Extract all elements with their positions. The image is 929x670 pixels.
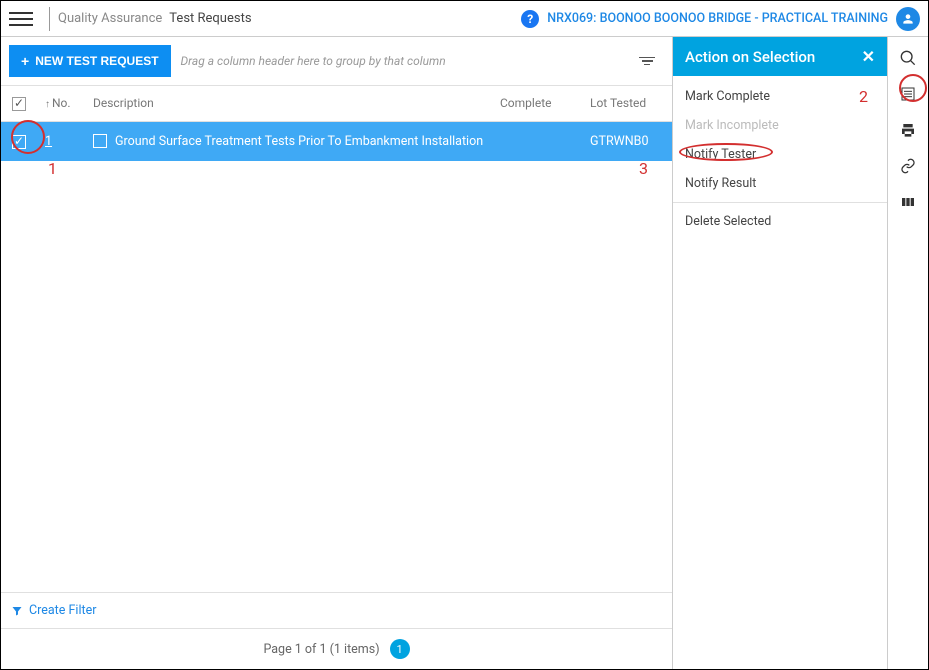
link-icon[interactable]: [899, 157, 917, 175]
action-mark-incomplete: Mark Incomplete: [673, 111, 887, 140]
avatar[interactable]: [896, 7, 920, 31]
search-icon[interactable]: [899, 49, 917, 67]
breadcrumb: Quality Assurance Test Requests: [58, 11, 252, 26]
sort-asc-icon: ↑: [45, 99, 50, 110]
action-panel: Action on Selection ✕ Mark Complete Mark…: [673, 37, 888, 669]
pager-text: Page 1 of 1 (1 items): [263, 642, 379, 657]
table-row[interactable]: 1 Ground Surface Treatment Tests Prior T…: [1, 121, 672, 161]
column-description[interactable]: Description: [85, 86, 492, 122]
row-description: Ground Surface Treatment Tests Prior To …: [115, 134, 483, 149]
row-number[interactable]: 1: [45, 134, 52, 149]
new-button-label: NEW TEST REQUEST: [35, 54, 158, 68]
row-complete: [492, 121, 582, 161]
pager: Page 1 of 1 (1 items) 1: [1, 628, 672, 669]
menu-icon[interactable]: [9, 7, 33, 31]
column-no[interactable]: ↑No.: [37, 86, 85, 122]
column-complete[interactable]: Complete: [492, 86, 582, 122]
action-notify-result[interactable]: Notify Result: [673, 169, 887, 198]
test-requests-table: ↑No. Description Complete Lot Tested 1 G…: [1, 85, 672, 161]
divider: [49, 7, 50, 31]
list-icon[interactable]: [899, 85, 917, 103]
new-test-request-button[interactable]: + NEW TEST REQUEST: [9, 45, 171, 77]
page-current[interactable]: 1: [390, 639, 410, 659]
row-checkbox[interactable]: [12, 135, 26, 149]
column-lot-tested[interactable]: Lot Tested: [582, 86, 672, 122]
create-filter-link[interactable]: Create Filter: [1, 592, 672, 628]
right-rail: [888, 37, 928, 669]
action-mark-complete[interactable]: Mark Complete: [673, 82, 887, 111]
select-all-checkbox[interactable]: [12, 97, 26, 111]
help-icon[interactable]: ?: [521, 10, 539, 28]
project-link[interactable]: NRX069: BOONOO BOONOO BRIDGE - PRACTICAL…: [547, 11, 888, 26]
toolbar: + NEW TEST REQUEST Drag a column header …: [1, 37, 672, 85]
row-lot-tested: GTRWNB0: [582, 121, 672, 161]
panel-title: Action on Selection: [685, 48, 815, 66]
action-separator: [673, 202, 887, 203]
panel-header: Action on Selection ✕: [673, 37, 887, 76]
funnel-icon: [11, 605, 23, 617]
action-delete-selected[interactable]: Delete Selected: [673, 207, 887, 236]
action-notify-tester[interactable]: Notify Tester: [673, 140, 887, 169]
filter-icon[interactable]: [638, 52, 656, 70]
main-content: + NEW TEST REQUEST Drag a column header …: [1, 37, 673, 669]
columns-icon[interactable]: [899, 193, 917, 211]
complete-checkbox[interactable]: [93, 134, 107, 148]
column-checkbox: [1, 86, 37, 122]
close-icon[interactable]: ✕: [862, 47, 875, 66]
group-hint: Drag a column header here to group by th…: [181, 54, 446, 68]
top-bar: Quality Assurance Test Requests ? NRX069…: [1, 1, 928, 37]
print-icon[interactable]: [899, 121, 917, 139]
breadcrumb-section: Quality Assurance: [58, 11, 162, 26]
breadcrumb-page: Test Requests: [169, 11, 251, 26]
plus-icon: +: [21, 53, 29, 69]
